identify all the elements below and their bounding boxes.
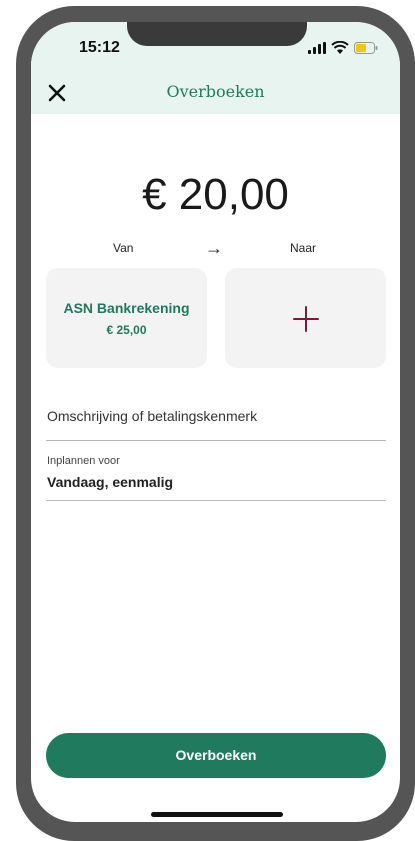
device-notch (127, 22, 307, 46)
plus-icon (293, 306, 319, 332)
status-icons (308, 41, 378, 55)
from-account-card[interactable]: ASN Bankrekening € 25,00 (46, 268, 207, 368)
schedule-value: Vandaag, eenmalig (47, 474, 174, 490)
schedule-field[interactable]: Inplannen voor Vandaag, eenmalig (46, 450, 386, 501)
page-title: Overboeken (166, 82, 265, 101)
wifi-icon (331, 41, 349, 54)
to-account-card[interactable] (225, 268, 386, 368)
amount-display[interactable]: € 20,00 (31, 170, 400, 220)
status-time: 15:12 (79, 39, 120, 56)
submit-transfer-button[interactable]: Overboeken (46, 733, 386, 778)
app-screen: 15:12 Overboeken € 20,00 Van → Naar ASN … (31, 22, 400, 822)
to-label: Naar (290, 241, 317, 255)
from-account-name: ASN Bankrekening (63, 300, 190, 316)
arrow-right-icon: → (205, 238, 223, 258)
from-label: Van (113, 241, 134, 255)
battery-icon (354, 42, 378, 54)
home-indicator (151, 812, 283, 817)
signal-icon (308, 42, 326, 54)
schedule-label: Inplannen voor (47, 455, 120, 467)
description-placeholder: Omschrijving of betalingskenmerk (47, 408, 258, 424)
description-field[interactable]: Omschrijving of betalingskenmerk (46, 392, 386, 441)
from-account-balance: € 25,00 (106, 323, 147, 337)
